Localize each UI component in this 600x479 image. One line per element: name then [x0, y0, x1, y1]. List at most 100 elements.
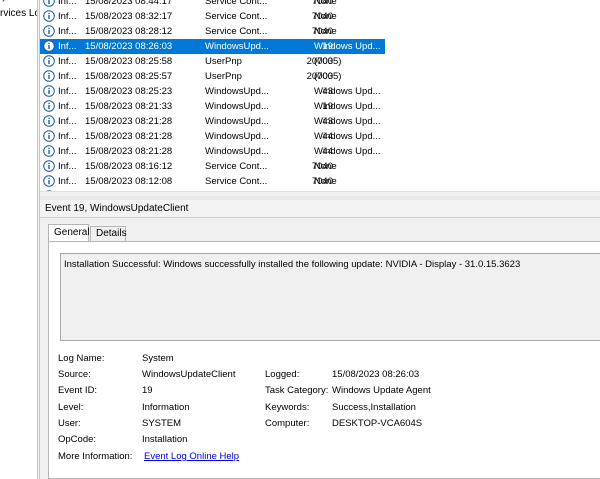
cell-source: Service Cont...: [205, 26, 268, 37]
event-description: Installation Successful: Windows success…: [64, 259, 521, 270]
information-icon: [43, 0, 55, 7]
event-row[interactable]: Inf... 15/08/2023 08:28:12 Service Cont...…: [40, 24, 600, 39]
keywords-value: Success,Installation: [332, 402, 416, 413]
computer-value: DESKTOP-VCA604S: [332, 418, 423, 429]
cell-source: UserPnp: [205, 71, 242, 82]
cell-task-category: (7005): [314, 56, 342, 67]
event-detail-title: Event 19, WindowsUpdateClient: [45, 203, 189, 214]
event-row[interactable]: Inf... 15/08/2023 08:21:33 WindowsUpd... 19…: [40, 99, 600, 114]
cell-date: 15/08/2023 08:12:08: [85, 176, 173, 187]
cell-date: 15/08/2023 08:21:28: [85, 146, 173, 157]
information-icon: [43, 70, 55, 82]
information-icon: [43, 115, 55, 127]
user-value: SYSTEM: [142, 418, 182, 429]
cell-date: 15/08/2023 08:21:28: [85, 131, 173, 142]
information-icon: [43, 175, 55, 187]
event-row[interactable]: Inf... 15/08/2023 08:21:28 WindowsUpd... 44…: [40, 129, 600, 144]
event-description-box[interactable]: Installation Successful: Windows success…: [60, 253, 600, 341]
cell-task-category: None: [314, 0, 337, 7]
event-row[interactable]: Inf... 15/08/2023 08:16:12 Service Cont...…: [40, 159, 600, 174]
cell-level: Inf...: [58, 0, 77, 7]
cell-date: 15/08/2023 08:28:12: [85, 26, 173, 37]
tree-item-applications-and-services-logs[interactable]: rvices Lo: [0, 8, 37, 19]
logged-value: 15/08/2023 08:26:03: [332, 369, 420, 380]
cell-task-category: Windows Upd...: [314, 101, 381, 112]
event-row[interactable]: Inf... 15/08/2023 08:12:08 Service Cont...…: [40, 174, 600, 189]
level-label: Level:: [58, 402, 84, 413]
cell-source: UserPnp: [205, 56, 242, 67]
event-id-label: Event ID:: [58, 385, 98, 396]
information-icon: [43, 130, 55, 142]
cell-level: Inf...: [58, 86, 77, 97]
tree-expand-icon[interactable]: ›: [2, 0, 5, 5]
information-icon: [43, 100, 55, 112]
cell-date: 15/08/2023 08:26:03: [85, 41, 173, 52]
event-detail-pane: General Details Installation Successful:…: [40, 218, 600, 479]
user-label: User:: [58, 418, 81, 429]
keywords-label: Keywords:: [265, 402, 310, 413]
cell-source: WindowsUpd...: [205, 86, 269, 97]
cell-task-category: Windows Upd...: [314, 41, 381, 52]
cell-task-category: Windows Upd...: [314, 131, 381, 142]
opcode-label: OpCode:: [58, 434, 97, 445]
cell-source: WindowsUpd...: [205, 41, 269, 52]
cell-date: 15/08/2023 08:25:57: [85, 71, 173, 82]
cell-task-category: Windows Upd...: [314, 146, 381, 157]
event-row[interactable]: Inf... 15/08/2023 08:25:23 WindowsUpd... 43…: [40, 84, 600, 99]
information-icon: [43, 40, 55, 52]
cell-task-category: (7005): [314, 71, 342, 82]
cell-source: Service Cont...: [205, 161, 268, 172]
information-icon: [43, 10, 55, 22]
opcode-value: Installation: [142, 434, 188, 445]
event-row[interactable]: Inf... 15/08/2023 08:26:03 WindowsUpd... 19…: [40, 39, 600, 54]
cell-level: Inf...: [58, 131, 77, 142]
logged-label: Logged:: [265, 369, 300, 380]
information-icon: [43, 25, 55, 37]
cell-level: Inf...: [58, 41, 77, 52]
information-icon: [43, 145, 55, 157]
cell-level: Inf...: [58, 116, 77, 127]
event-log-online-help-link[interactable]: Event Log Online Help: [144, 451, 239, 462]
event-row[interactable]: Inf... 15/08/2023 08:44:17 Service Cont...…: [40, 0, 600, 9]
event-row[interactable]: Inf... 15/08/2023 08:32:17 Service Cont...…: [40, 9, 600, 24]
information-icon: [43, 160, 55, 172]
computer-label: Computer:: [265, 418, 310, 429]
cell-level: Inf...: [58, 71, 77, 82]
information-icon: [43, 55, 55, 67]
cell-level: Inf...: [58, 11, 77, 22]
cell-date: 15/08/2023 08:25:58: [85, 56, 173, 67]
cell-source: Service Cont...: [205, 0, 268, 7]
information-icon: [43, 85, 55, 97]
log-name-value: System: [142, 353, 174, 364]
cell-source: WindowsUpd...: [205, 101, 269, 112]
cell-source: WindowsUpd...: [205, 131, 269, 142]
cell-level: Inf...: [58, 56, 77, 67]
event-detail-header: Event 19, WindowsUpdateClient: [40, 200, 600, 218]
cell-source: WindowsUpd...: [205, 116, 269, 127]
cell-date: 15/08/2023 08:21:33: [85, 101, 173, 112]
cell-task-category: Windows Upd...: [314, 116, 381, 127]
event-row[interactable]: Inf... 15/08/2023 08:21:28 WindowsUpd... 44…: [40, 144, 600, 159]
general-tab-panel: Installation Successful: Windows success…: [48, 241, 600, 479]
cell-date: 15/08/2023 08:21:28: [85, 116, 173, 127]
cell-date: 15/08/2023 08:25:23: [85, 86, 173, 97]
cell-date: 15/08/2023 08:32:17: [85, 11, 173, 22]
event-list: Inf... 15/08/2023 08:44:17 Service Cont...…: [40, 0, 600, 191]
event-row[interactable]: Inf... 15/08/2023 08:25:58 UserPnp 20003 (70…: [40, 54, 600, 69]
navigation-tree-pane: › rvices Lo: [0, 0, 37, 479]
cell-task-category: None: [314, 11, 337, 22]
cell-task-category: None: [314, 161, 337, 172]
tab-general[interactable]: General: [48, 224, 90, 242]
cell-source: WindowsUpd...: [205, 146, 269, 157]
cell-date: 15/08/2023 08:44:17: [85, 0, 173, 7]
cell-task-category: None: [314, 176, 337, 187]
cell-source: Service Cont...: [205, 176, 268, 187]
cell-level: Inf...: [58, 146, 77, 157]
event-row[interactable]: Inf... 15/08/2023 08:21:28 WindowsUpd... 43…: [40, 114, 600, 129]
tab-details[interactable]: Details: [90, 226, 127, 242]
event-row[interactable]: Inf... 15/08/2023 08:25:57 UserPnp 20003 (70…: [40, 69, 600, 84]
more-information-label: More Information:: [58, 451, 133, 462]
log-name-label: Log Name:: [58, 353, 105, 364]
cell-level: Inf...: [58, 161, 77, 172]
cell-level: Inf...: [58, 101, 77, 112]
